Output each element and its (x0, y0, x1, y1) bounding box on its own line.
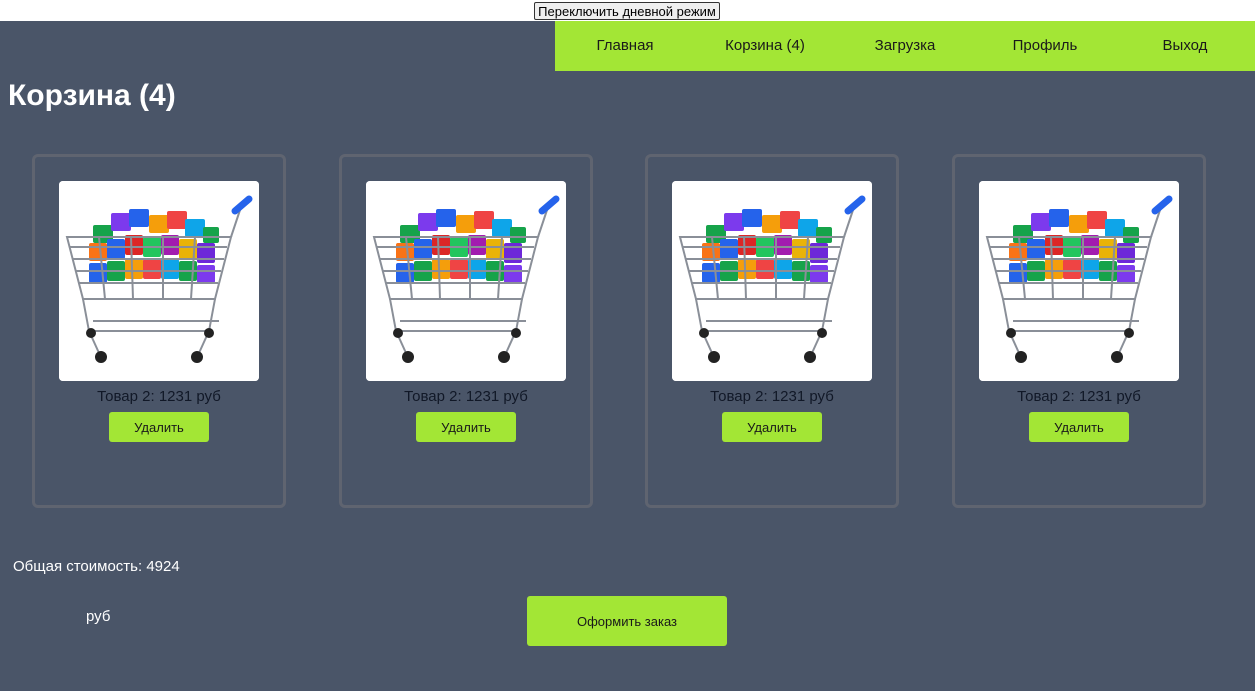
nav-item-cart[interactable]: Корзина (4) (695, 21, 835, 71)
main-nav: Главная Корзина (4) Загрузка Профиль Вых… (555, 21, 1255, 71)
nav-item-logout[interactable]: Выход (1115, 21, 1255, 71)
checkout-button[interactable]: Оформить заказ (527, 596, 727, 646)
product-image (366, 181, 566, 381)
product-image (672, 181, 872, 381)
total-price-label: Общая стоимость: 4924 (13, 558, 180, 575)
product-image (979, 181, 1179, 381)
delete-button[interactable]: Удалить (1029, 412, 1129, 442)
shopping-cart-icon (59, 181, 259, 381)
theme-toggle-button[interactable]: Переключить дневной режим (534, 2, 720, 20)
cart-item-label: Товар 2: 1231 руб (1017, 388, 1141, 405)
nav-item-home[interactable]: Главная (555, 21, 695, 71)
nav-item-upload[interactable]: Загрузка (835, 21, 975, 71)
cart-item-label: Товар 2: 1231 руб (97, 388, 221, 405)
delete-button[interactable]: Удалить (722, 412, 822, 442)
total-currency: руб (86, 608, 111, 625)
shopping-cart-icon (979, 181, 1179, 381)
cart-item-card: Товар 2: 1231 руб Удалить (952, 154, 1206, 508)
page-title: Корзина (4) (8, 79, 176, 112)
nav-item-profile[interactable]: Профиль (975, 21, 1115, 71)
shopping-cart-icon (366, 181, 566, 381)
cart-item-card: Товар 2: 1231 руб Удалить (32, 154, 286, 508)
shopping-cart-icon (672, 181, 872, 381)
product-image (59, 181, 259, 381)
delete-button[interactable]: Удалить (109, 412, 209, 442)
delete-button[interactable]: Удалить (416, 412, 516, 442)
cart-item-label: Товар 2: 1231 руб (404, 388, 528, 405)
cart-item-card: Товар 2: 1231 руб Удалить (645, 154, 899, 508)
cart-item-card: Товар 2: 1231 руб Удалить (339, 154, 593, 508)
cart-item-label: Товар 2: 1231 руб (710, 388, 834, 405)
